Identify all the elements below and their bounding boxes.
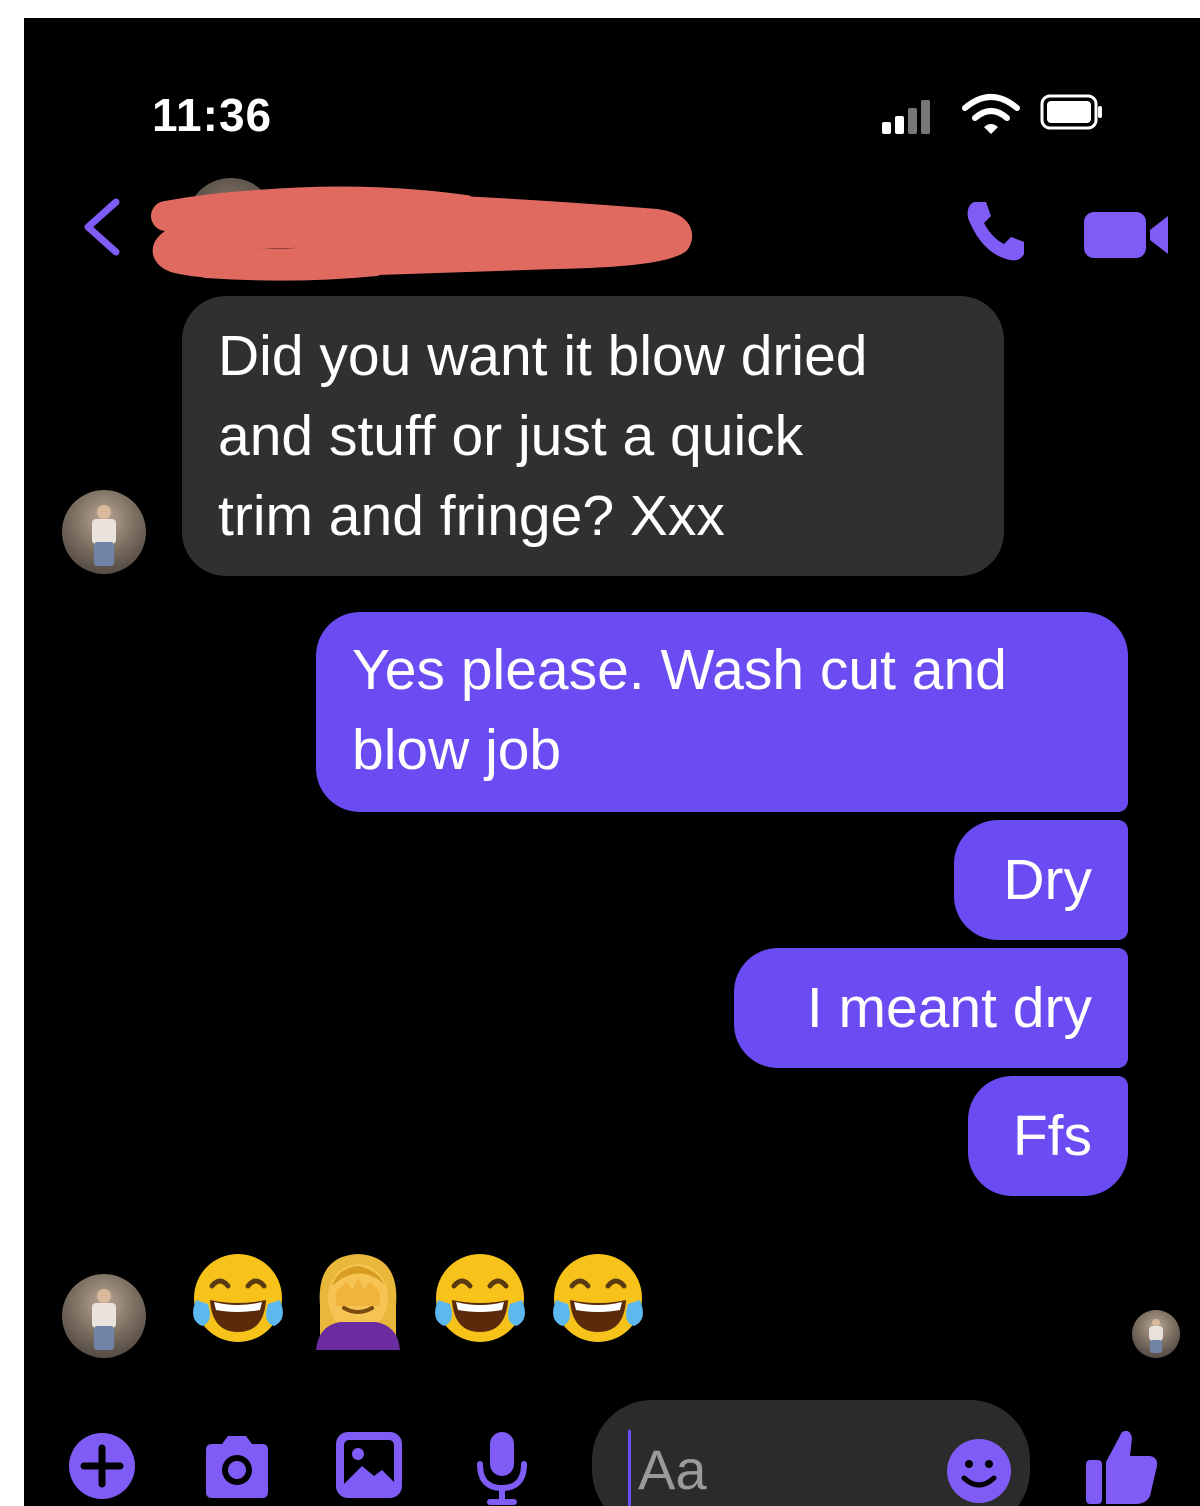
read-receipt-avatar [1132, 1310, 1180, 1358]
video-camera-icon[interactable] [1084, 210, 1170, 260]
message-line: Did you want it blow dried [218, 324, 868, 388]
outgoing-message[interactable]: I meant dry [734, 948, 1128, 1068]
message-text: Dry [1003, 848, 1092, 912]
outgoing-message[interactable]: Ffs [968, 1076, 1128, 1196]
incoming-message[interactable]: Did you want it blow dried and stuff or … [182, 296, 1004, 576]
message-text: Ffs [1012, 1104, 1092, 1168]
message-line: trim and fringe? Xxx [218, 484, 725, 548]
outgoing-message[interactable]: Yes please. Wash cut and blow job [316, 612, 1128, 812]
person-facepalming-emoji[interactable] [306, 1246, 410, 1350]
message-line: and stuff or just a quick [218, 404, 804, 468]
sender-avatar[interactable] [62, 490, 146, 574]
text-cursor [628, 1430, 631, 1506]
sender-avatar[interactable] [62, 1274, 146, 1358]
tears-of-joy-emoji[interactable] [186, 1246, 290, 1350]
back-chevron-icon[interactable] [76, 196, 126, 258]
status-time: 11:36 [152, 89, 273, 141]
tears-of-joy-emoji[interactable] [546, 1246, 650, 1350]
phone-icon[interactable] [960, 196, 1030, 266]
message-text: I meant dry [806, 976, 1092, 1040]
message-line: blow job [352, 718, 562, 782]
message-line: Yes please. Wash cut and [352, 638, 1007, 702]
camera-icon[interactable] [200, 1430, 274, 1502]
microphone-icon[interactable] [474, 1430, 530, 1506]
cellular-signal-icon [882, 94, 944, 134]
outgoing-message[interactable]: Dry [954, 820, 1128, 940]
contact-name-redaction [151, 186, 692, 281]
wifi-icon [962, 94, 1020, 134]
emoji-icon[interactable] [944, 1436, 1014, 1506]
plus-icon[interactable] [66, 1430, 138, 1502]
thumbs-up-icon[interactable] [1084, 1426, 1160, 1506]
gallery-icon[interactable] [334, 1430, 404, 1500]
messenger-screen: 11:36 Did you want it blow dried and stu… [24, 18, 1200, 1506]
tears-of-joy-emoji[interactable] [428, 1246, 532, 1350]
battery-icon [1040, 94, 1102, 130]
message-input-placeholder: Aa [638, 1438, 707, 1501]
